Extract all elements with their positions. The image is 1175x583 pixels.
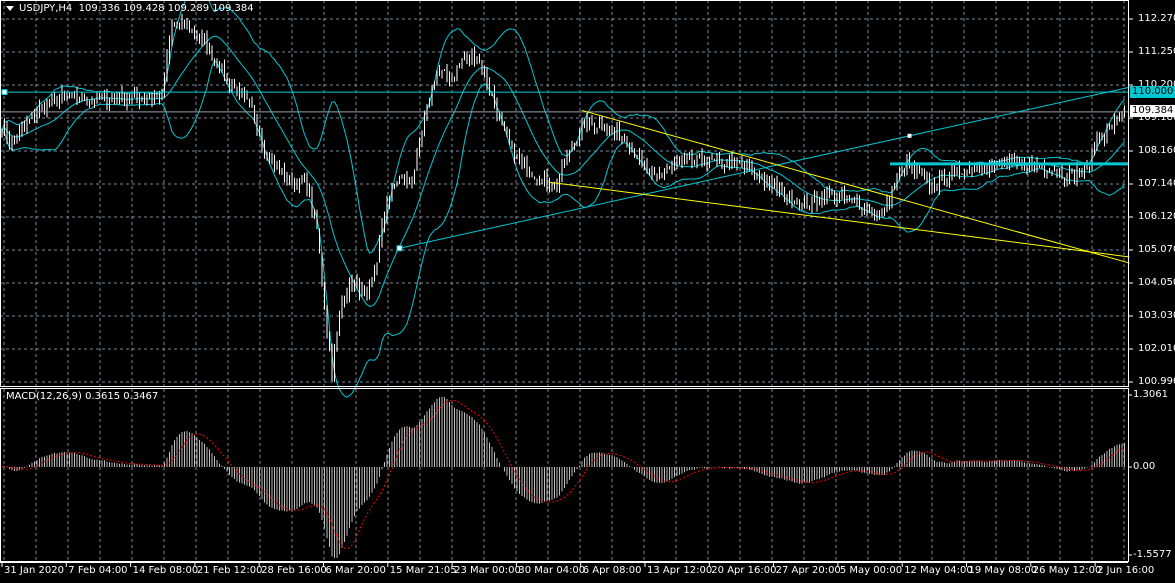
ohlc-values: 109.336 109.428 109.289 109.384 [78,3,254,14]
time-tick-label: 30 Mar 04:00 [518,565,586,576]
bollinger-bands [1,0,1125,398]
macd-indicator [1,396,1125,558]
macd-tick-label: 0.00 [1133,461,1156,472]
macd-signal-line [1,399,1125,550]
time-tick-label: 13 Apr 12:00 [647,565,713,576]
time-tick-label: 28 Feb 16:00 [261,565,327,576]
dropdown-triangle-icon[interactable] [6,5,14,11]
time-tick-label: 26 May 12:00 [1032,565,1102,576]
price-tick-label: 112.270 [1138,13,1175,24]
time-tick-label: 2 Jun 16:00 [1097,565,1155,576]
macd-tick-label: 1.3061 [1133,389,1168,400]
hline-price-label: 110.000 [1130,86,1175,98]
time-tick-label: 14 Feb 08:00 [132,565,199,576]
macd-title: MACD(12,26,9) 0.3615 0.3467 [6,391,159,402]
time-tick-label: 6 Apr 08:00 [582,565,642,576]
current-price-label: 109.384 [1130,105,1175,117]
price-tick-label: 103.030 [1138,310,1175,321]
bollinger-lower [1,59,1125,398]
chart-canvas[interactable] [0,0,1175,583]
chart-title: USDJPY,H4 109.336 109.428 109.289 109.38… [6,3,254,14]
price-tick-label: 108.160 [1138,145,1175,156]
time-tick-label: 31 Jan 2020 [4,565,64,576]
price-bars [1,13,1125,382]
time-tick-label: 7 Feb 04:00 [68,565,128,576]
time-tick-label: 23 Mar 00:00 [454,565,521,576]
time-tick-label: 27 Apr 20:00 [775,565,841,576]
price-tick-label: 105.070 [1138,244,1175,255]
time-tick-label: 12 May 04:00 [904,565,973,576]
time-tick-label: 6 Mar 20:00 [325,565,386,576]
trendline-yellow [581,109,1130,264]
time-tick-label: 21 Feb 12:00 [196,565,263,576]
trendline-cyan [399,86,1130,249]
price-tick-label: 107.140 [1138,178,1175,189]
time-tick-label: 20 Apr 16:00 [711,565,777,576]
macd-tick-label: -1.5577 [1133,549,1172,560]
price-tick-label: 104.050 [1138,277,1175,288]
price-tick-label: 106.120 [1138,211,1175,222]
time-tick-label: 5 May 00:00 [839,565,903,576]
symbol-label: USDJPY,H4 [19,3,73,14]
line-handle [907,133,912,138]
price-tick-label: 102.010 [1138,343,1175,354]
price-tick-label: 100.990 [1138,376,1175,387]
time-tick-label: 15 Mar 21:05 [389,565,457,576]
time-tick-label: 19 May 08:00 [968,565,1038,576]
line-handle [1,89,8,96]
price-tick-label: 111.250 [1138,46,1175,57]
bollinger-middle [1,35,1125,307]
line-handle [396,245,403,252]
